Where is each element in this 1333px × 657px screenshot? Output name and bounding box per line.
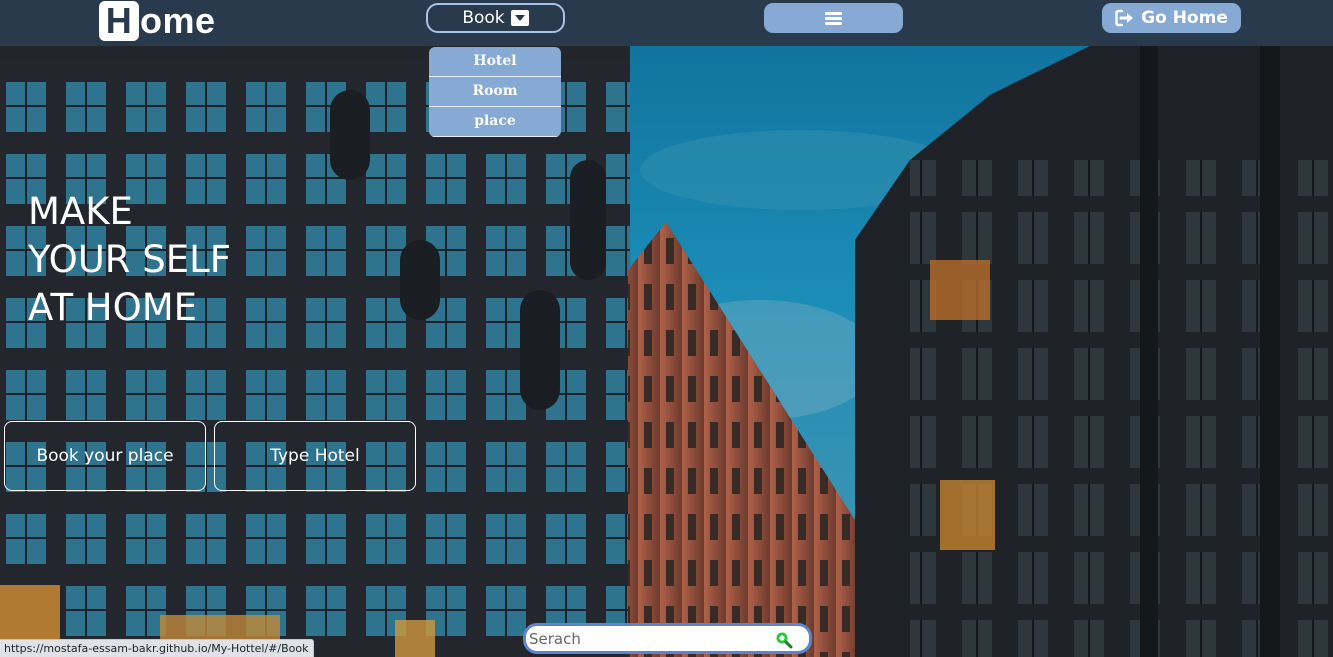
hero-title-line: YOUR SELF xyxy=(28,238,232,281)
menu-button[interactable] xyxy=(764,3,903,33)
logo-text: ome xyxy=(140,0,216,41)
caret-down-square-icon xyxy=(510,10,529,26)
logo-initial: H xyxy=(99,1,139,41)
book-dropdown-menu: Hotel Room place xyxy=(429,47,561,137)
navbar: Home Book Go Home xyxy=(0,0,1333,46)
go-home-button[interactable]: Go Home xyxy=(1102,3,1241,33)
go-home-label: Go Home xyxy=(1141,8,1228,28)
book-your-place-button[interactable]: Book your place xyxy=(4,421,206,491)
magnifier-icon[interactable] xyxy=(775,631,793,649)
search-bar xyxy=(523,623,812,654)
dropdown-item-room[interactable]: Room xyxy=(429,77,561,107)
book-label: Book xyxy=(462,8,505,28)
home-logo[interactable]: Home xyxy=(99,0,216,42)
hamburger-icon xyxy=(825,11,842,25)
hero-title: MAKE YOUR SELF AT HOME xyxy=(28,188,358,332)
status-bar-url: https://mostafa-essam-bakr.github.io/My-… xyxy=(0,639,314,657)
dropdown-item-place[interactable]: place xyxy=(429,107,561,137)
type-hotel-button[interactable]: Type Hotel xyxy=(214,421,416,491)
hero-title-line: AT HOME xyxy=(28,286,198,329)
dropdown-item-hotel[interactable]: Hotel xyxy=(429,47,561,77)
sign-out-arrow-icon xyxy=(1115,9,1134,27)
book-dropdown-button[interactable]: Book xyxy=(426,3,565,33)
hero-title-line: MAKE xyxy=(28,190,133,233)
search-input[interactable] xyxy=(526,629,769,648)
